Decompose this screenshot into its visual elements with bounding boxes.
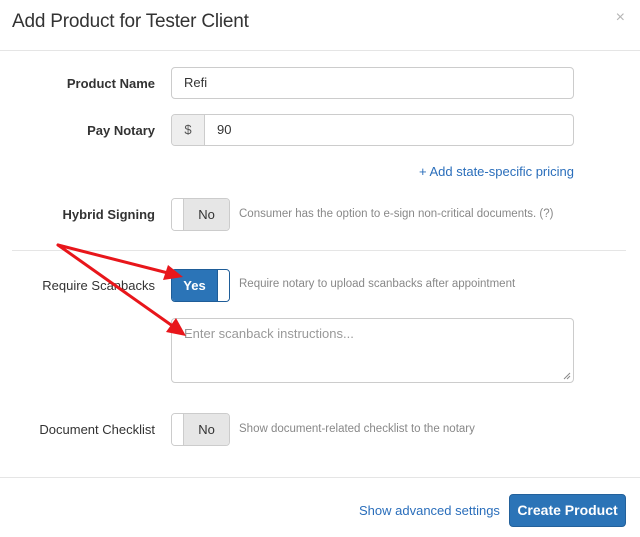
add-product-modal: Add Product for Tester Client × Product … [0, 0, 640, 537]
pay-notary-label: Pay Notary [87, 123, 155, 138]
pay-notary-input[interactable]: 90 [205, 115, 573, 145]
toggle-knob [217, 270, 229, 301]
document-checklist-help: Show document-related checklist to the n… [239, 423, 475, 435]
toggle-knob [172, 199, 184, 230]
document-checklist-toggle[interactable]: No [171, 413, 230, 446]
modal-title: Add Product for Tester Client [12, 11, 249, 32]
close-icon[interactable]: × [616, 10, 625, 26]
scanback-instructions-textarea[interactable]: Enter scanback instructions... [171, 318, 574, 383]
create-product-button[interactable]: Create Product [509, 494, 626, 527]
toggle-knob [172, 414, 184, 445]
toggle-state: Yes [172, 270, 217, 301]
section-divider [12, 250, 626, 251]
product-name-input[interactable]: Refi [171, 67, 574, 99]
hybrid-signing-help: Consumer has the option to e-sign non-cr… [239, 208, 554, 220]
pay-notary-input-group: $ 90 [171, 114, 574, 146]
product-name-label: Product Name [66, 76, 155, 91]
require-scanbacks-label: Require Scanbacks [42, 278, 155, 293]
show-advanced-settings-link[interactable]: Show advanced settings [359, 503, 500, 518]
require-scanbacks-toggle[interactable]: Yes [171, 269, 230, 302]
toggle-state: No [184, 199, 229, 230]
document-checklist-label: Document Checklist [39, 422, 155, 437]
modal-footer: Show advanced settings Create Product [0, 477, 640, 537]
hybrid-signing-toggle[interactable]: No [171, 198, 230, 231]
toggle-state: No [184, 414, 229, 445]
dollar-addon: $ [172, 115, 205, 145]
resize-grip-icon[interactable] [563, 372, 571, 380]
textarea-placeholder: Enter scanback instructions... [184, 326, 354, 341]
hybrid-signing-label: Hybrid Signing [62, 207, 155, 222]
modal-header: Add Product for Tester Client × [0, 0, 640, 51]
add-state-pricing-link[interactable]: + Add state-specific pricing [419, 164, 574, 179]
require-scanbacks-help: Require notary to upload scanbacks after… [239, 278, 516, 290]
